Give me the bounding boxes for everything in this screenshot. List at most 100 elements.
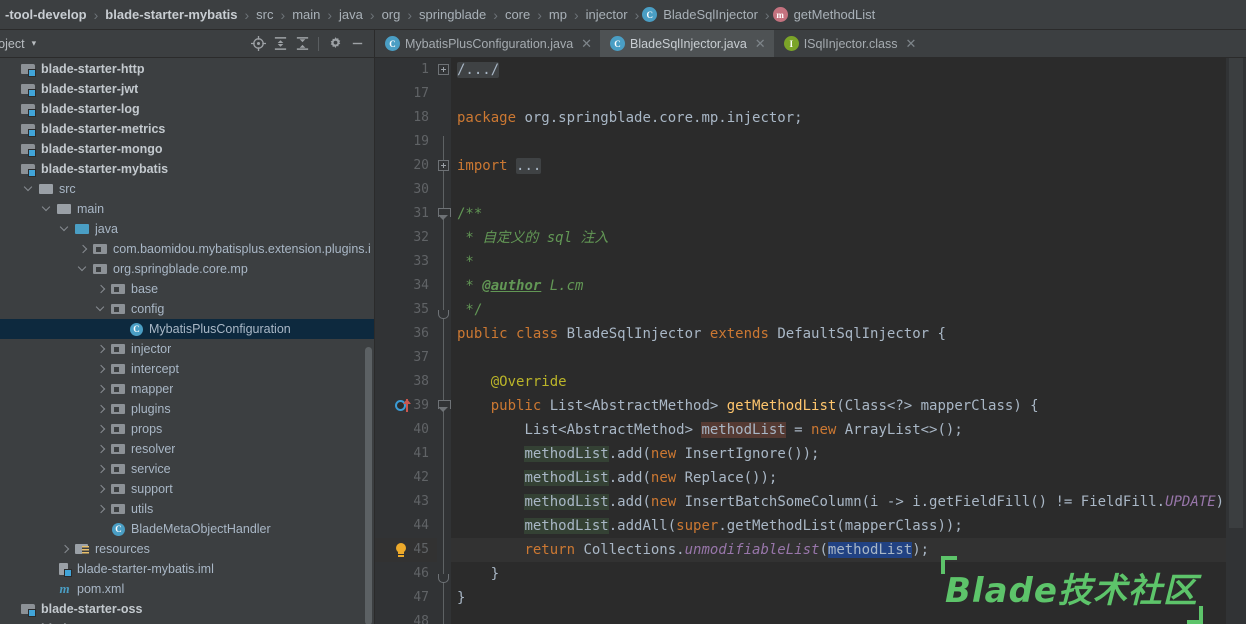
code-line-30[interactable] [451,178,1226,202]
code-line-41[interactable]: methodList.add(new InsertIgnore()); [451,442,1226,466]
breadcrumb-item-8[interactable]: mp [544,7,572,22]
error-stripe-marker-gutter[interactable] [1226,58,1246,624]
tab-isqlinjector[interactable]: I ISqlInjector.class ✕ [774,30,925,57]
hide-panel-icon[interactable] [346,33,368,55]
tree-node-mapper[interactable]: mapper [0,379,374,399]
chevron-right-icon[interactable] [60,544,71,555]
tree-node-blade-starter-oss[interactable]: blade-starter-oss [0,599,374,619]
chevron-down-icon[interactable]: ▾ [32,38,37,49]
line-number-45[interactable]: 45 [375,538,437,562]
tree-node-main[interactable]: main [0,199,374,219]
tree-node-injector[interactable]: injector [0,339,374,359]
folded-comment[interactable]: /.../ [457,62,500,78]
code-line-45[interactable]: return Collections.unmodifiableList(meth… [451,538,1226,562]
breadcrumb-item-5[interactable]: org [377,7,406,22]
line-number-19[interactable]: 19 [375,130,437,154]
chevron-right-icon[interactable] [96,404,107,415]
tree-node-props[interactable]: props [0,419,374,439]
line-number-17[interactable]: 17 [375,82,437,106]
project-scrollbar[interactable] [365,347,372,624]
tree-node-support[interactable]: support [0,479,374,499]
intention-bulb-icon[interactable] [395,543,407,557]
line-number-41[interactable]: 41 [375,442,437,466]
locate-in-tree-icon[interactable] [247,33,269,55]
folded-imports[interactable]: ... [516,158,542,174]
fold-region-end-icon[interactable] [438,574,449,583]
chevron-down-icon[interactable] [96,304,107,315]
project-tree[interactable]: blade-starter-http blade-starter-jwt blade… [0,58,374,624]
line-number-36[interactable]: 36 [375,322,437,346]
chevron-right-icon[interactable] [96,384,107,395]
chevron-down-icon[interactable] [60,224,71,235]
javadoc-author-tag[interactable]: @author [482,278,541,294]
tree-node-blade-starter-mongo[interactable]: blade-starter-mongo [0,139,374,159]
line-number-42[interactable]: 42 [375,466,437,490]
code-line-36[interactable]: public class BladeSqlInjector extends De… [451,322,1226,346]
chevron-right-icon[interactable] [96,344,107,355]
code-text[interactable]: /.../ package org.springblade.core.mp.in… [451,58,1226,624]
settings-gear-icon[interactable] [324,33,346,55]
breadcrumb-item-4[interactable]: java [334,7,368,22]
line-number-39[interactable]: 39 [375,394,437,418]
line-number-47[interactable]: 47 [375,586,437,610]
tree-node-org-springblade-core-mp[interactable]: org.springblade.core.mp [0,259,374,279]
chevron-right-icon[interactable] [96,504,107,515]
chevron-right-icon[interactable] [96,424,107,435]
tree-node-service[interactable]: service [0,459,374,479]
chevron-down-icon[interactable] [24,184,35,195]
collapse-all-icon[interactable] [291,33,313,55]
chevron-down-icon[interactable] [42,204,53,215]
tree-node-blade-starter-report[interactable]: blade-starter-report [0,619,374,624]
code-line-20[interactable]: import ... [451,154,1226,178]
expand-fold-icon[interactable] [438,160,449,171]
code-line-33[interactable]: * [451,250,1226,274]
line-number-46[interactable]: 46 [375,562,437,586]
fold-region-end-icon[interactable] [438,310,449,319]
code-line-37[interactable] [451,346,1226,370]
breadcrumb-item-11[interactable]: m getMethodList [772,7,881,22]
tree-node-blade-starter-mybatis-iml[interactable]: blade-starter-mybatis.iml [0,559,374,579]
tree-node-blade-starter-metrics[interactable]: blade-starter-metrics [0,119,374,139]
expand-all-icon[interactable] [269,33,291,55]
line-number-34[interactable]: 34 [375,274,437,298]
chevron-right-icon[interactable] [96,364,107,375]
expand-fold-icon[interactable] [438,64,449,75]
line-number-35[interactable]: 35 [375,298,437,322]
code-line-34[interactable]: * @author L.cm [451,274,1226,298]
tree-node-mybatisplusconfiguration[interactable]: C MybatisPlusConfiguration [0,319,374,339]
code-line-46[interactable]: } [451,562,1226,586]
code-line-44[interactable]: methodList.addAll(super.getMethodList(ma… [451,514,1226,538]
code-line-43[interactable]: methodList.add(new InsertBatchSomeColumn… [451,490,1226,514]
breadcrumb-item-7[interactable]: core [500,7,535,22]
line-number-20[interactable]: 20 [375,154,437,178]
line-number-31[interactable]: 31 [375,202,437,226]
tree-node-blade-starter-log[interactable]: blade-starter-log [0,99,374,119]
breadcrumb-item-6[interactable]: springblade [414,7,491,22]
line-number-37[interactable]: 37 [375,346,437,370]
breadcrumb-item-0[interactable]: -tool-develop [0,7,92,22]
collapse-fold-icon[interactable] [438,208,451,221]
breadcrumb-item-9[interactable]: injector [581,7,633,22]
line-number-43[interactable]: 43 [375,490,437,514]
code-line-47[interactable]: } [451,586,1226,610]
tree-node-com-baomidou-mybatisplus-extension-plugins-inn[interactable]: com.baomidou.mybatisplus.extension.plugi… [0,239,374,259]
tree-node-resources[interactable]: resources [0,539,374,559]
breadcrumb-item-3[interactable]: main [287,7,325,22]
scrollbar-thumb[interactable] [1229,58,1243,528]
chevron-right-icon[interactable] [96,284,107,295]
tree-node-base[interactable]: base [0,279,374,299]
tree-node-config[interactable]: config [0,299,374,319]
code-line-35[interactable]: */ [451,298,1226,322]
breadcrumb-item-1[interactable]: blade-starter-mybatis [100,7,242,22]
code-line-48[interactable] [451,610,1226,624]
code-line-31[interactable]: /** [451,202,1226,226]
tree-node-resolver[interactable]: resolver [0,439,374,459]
code-folding-gutter[interactable] [437,58,451,624]
code-line-40[interactable]: List<AbstractMethod> methodList = new Ar… [451,418,1226,442]
tree-node-blade-starter-http[interactable]: blade-starter-http [0,59,374,79]
code-line-38[interactable]: @Override [451,370,1226,394]
collapse-fold-icon[interactable] [438,400,451,413]
code-line-19[interactable] [451,130,1226,154]
tree-node-intercept[interactable]: intercept [0,359,374,379]
line-number-30[interactable]: 30 [375,178,437,202]
